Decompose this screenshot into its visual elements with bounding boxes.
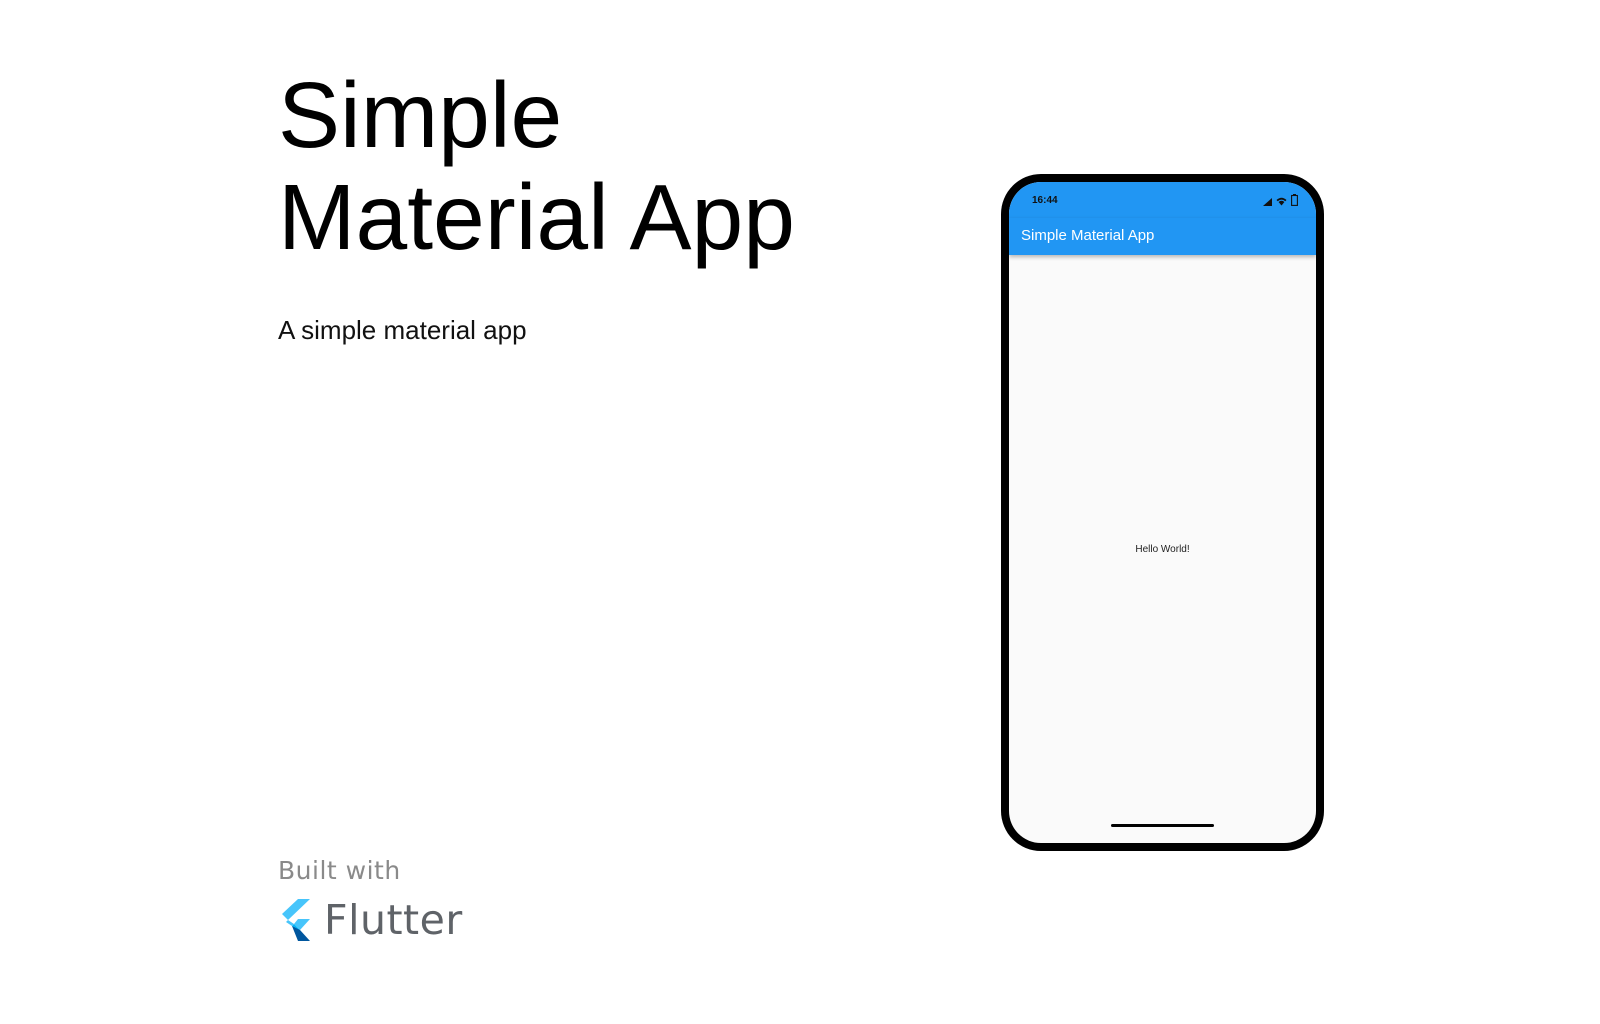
wifi-icon <box>1276 197 1287 206</box>
app-bar-title: Simple Material App <box>1021 227 1155 244</box>
page-description: A simple material app <box>278 315 527 345</box>
phone-screen: 16:44 Simple Material App Hello World! <box>1009 182 1316 843</box>
page-title: Simple Material App <box>278 63 795 269</box>
page: Simple Material App A simple material ap… <box>0 0 1600 1024</box>
app-bar: Simple Material App <box>1009 218 1316 255</box>
flutter-logo-icon <box>282 899 310 941</box>
flutter-wordmark: Flutter <box>324 896 463 944</box>
home-indicator[interactable] <box>1111 824 1214 827</box>
status-icons <box>1263 194 1298 206</box>
battery-icon <box>1291 194 1298 206</box>
built-with-label: Built with <box>278 856 401 885</box>
status-time: 16:44 <box>1032 195 1058 206</box>
flutter-brand: Flutter <box>276 897 463 943</box>
hello-world-text: Hello World! <box>1135 544 1190 555</box>
status-bar: 16:44 <box>1009 182 1316 218</box>
signal-icon <box>1263 198 1272 206</box>
phone-frame: 16:44 Simple Material App Hello World! <box>1001 174 1324 851</box>
built-with-flutter-badge: Built with Flutter <box>276 855 476 945</box>
